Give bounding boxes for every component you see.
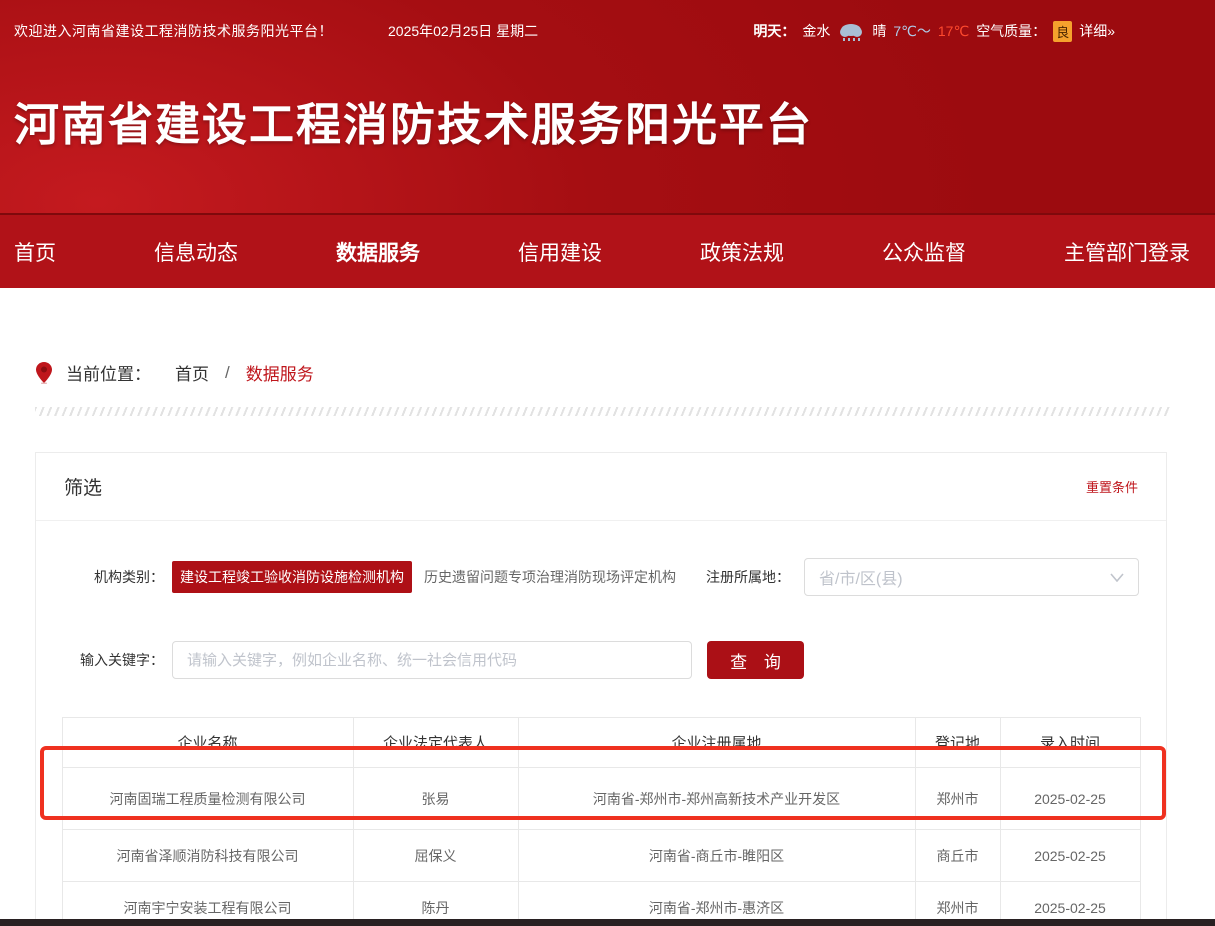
slash-divider [35, 407, 1170, 416]
region-label: 注册所属地： [706, 567, 790, 587]
category-filter-row: 机构类别： 建设工程竣工验收消防设施检测机构 历史遗留问题专项治理消防现场评定机… [36, 558, 1166, 596]
location-pin-icon [36, 362, 52, 384]
table-row-highlighted[interactable]: 河南固瑞工程质量检测有限公司 张易 河南省-郑州市-郑州高新技术产业开发区 郑州… [62, 768, 1140, 830]
col-header-company: 企业名称 [62, 718, 353, 768]
welcome-text: 欢迎进入河南省建设工程消防技术服务阳光平台！ [14, 21, 333, 41]
table-row[interactable]: 河南省泽顺消防科技有限公司 屈保义 河南省-商丘市-睢阳区 商丘市 2025-0… [62, 830, 1140, 882]
breadcrumb: 当前位置： 首页 / 数据服务 [0, 288, 1215, 385]
cell-legal-rep: 张易 [353, 768, 518, 830]
search-button[interactable]: 查 询 [707, 641, 804, 679]
category-label: 机构类别： [36, 567, 164, 587]
col-header-legal-rep: 企业法定代表人 [353, 718, 518, 768]
nav-item-home[interactable]: 首页 [14, 237, 56, 267]
date-text: 2025年02月25日 星期二 [388, 21, 538, 41]
weather-detail-link[interactable]: 详细» [1079, 21, 1115, 41]
cell-company: 河南省泽顺消防科技有限公司 [62, 830, 353, 882]
breadcrumb-current[interactable]: 数据服务 [246, 360, 314, 385]
temp-high: 17℃ [938, 23, 969, 40]
cell-company: 河南固瑞工程质量检测有限公司 [62, 768, 353, 830]
cell-registry-city: 商丘市 [915, 830, 1000, 882]
topbar: 欢迎进入河南省建设工程消防技术服务阳光平台！ 2025年02月25日 星期二 明… [0, 0, 1215, 62]
cloud-rain-icon [837, 20, 865, 42]
cell-entry-date: 2025-02-25 [1000, 830, 1140, 882]
breadcrumb-separator: / [225, 363, 230, 383]
region-select[interactable]: 省/市/区(县) [804, 558, 1139, 596]
nav-item-policy[interactable]: 政策法规 [700, 237, 784, 267]
district-text: 金水 [802, 21, 830, 41]
keyword-input[interactable] [172, 641, 692, 679]
weather-widget: 明天： 金水 晴 7℃～ 17℃ 空气质量： 良 详细» [753, 20, 1215, 42]
nav-item-data-service[interactable]: 数据服务 [336, 237, 420, 267]
air-quality-badge: 良 [1053, 21, 1072, 42]
region-select-placeholder: 省/市/区(县) [819, 565, 903, 589]
cell-registered-location: 河南省-商丘市-睢阳区 [518, 830, 915, 882]
keyword-filter-row: 输入关键字： 查 询 [36, 641, 1166, 679]
site-title: 河南省建设工程消防技术服务阳光平台 [0, 62, 1215, 153]
col-header-registered-location: 企业注册属地 [518, 718, 915, 768]
nav-item-news[interactable]: 信息动态 [154, 237, 238, 267]
filter-title: 筛选 [64, 473, 102, 500]
region-filter-group: 注册所属地： 省/市/区(县) [706, 558, 1166, 596]
nav-item-credit[interactable]: 信用建设 [518, 237, 602, 267]
bottom-edge-bar [0, 919, 1215, 926]
results-table: 企业名称 企业法定代表人 企业注册属地 登记地 录入时间 河南固瑞工程质量检测有… [62, 717, 1141, 926]
air-quality-label: 空气质量： [976, 21, 1046, 41]
filter-panel: 筛选 重置条件 机构类别： 建设工程竣工验收消防设施检测机构 历史遗留问题专项治… [35, 452, 1167, 926]
reset-filters-link[interactable]: 重置条件 [1086, 477, 1138, 496]
breadcrumb-home[interactable]: 首页 [175, 360, 209, 385]
table-header-row: 企业名称 企业法定代表人 企业注册属地 登记地 录入时间 [62, 718, 1140, 768]
col-header-entry-date: 录入时间 [1000, 718, 1140, 768]
main-nav: 首页 信息动态 数据服务 信用建设 政策法规 公众监督 主管部门登录 [0, 213, 1215, 288]
cell-legal-rep: 屈保义 [353, 830, 518, 882]
chevron-down-icon [1110, 573, 1124, 582]
cell-registry-city: 郑州市 [915, 768, 1000, 830]
breadcrumb-label: 当前位置： [66, 360, 151, 385]
temp-low: 7℃～ [893, 21, 931, 41]
filter-panel-header: 筛选 重置条件 [36, 453, 1166, 521]
header: 欢迎进入河南省建设工程消防技术服务阳光平台！ 2025年02月25日 星期二 明… [0, 0, 1215, 213]
cell-entry-date: 2025-02-25 [1000, 768, 1140, 830]
nav-item-supervision[interactable]: 公众监督 [882, 237, 966, 267]
keyword-label: 输入关键字： [36, 650, 164, 670]
col-header-registry-city: 登记地 [915, 718, 1000, 768]
condition-text: 晴 [872, 21, 886, 41]
nav-item-admin-login[interactable]: 主管部门登录 [1064, 237, 1190, 267]
category-option-unselected[interactable]: 历史遗留问题专项治理消防现场评定机构 [416, 561, 684, 593]
tomorrow-label: 明天： [753, 21, 795, 41]
category-options: 建设工程竣工验收消防设施检测机构 历史遗留问题专项治理消防现场评定机构 [172, 561, 684, 593]
cell-registered-location: 河南省-郑州市-郑州高新技术产业开发区 [518, 768, 915, 830]
category-option-selected[interactable]: 建设工程竣工验收消防设施检测机构 [172, 561, 412, 593]
page: 欢迎进入河南省建设工程消防技术服务阳光平台！ 2025年02月25日 星期二 明… [0, 0, 1215, 926]
